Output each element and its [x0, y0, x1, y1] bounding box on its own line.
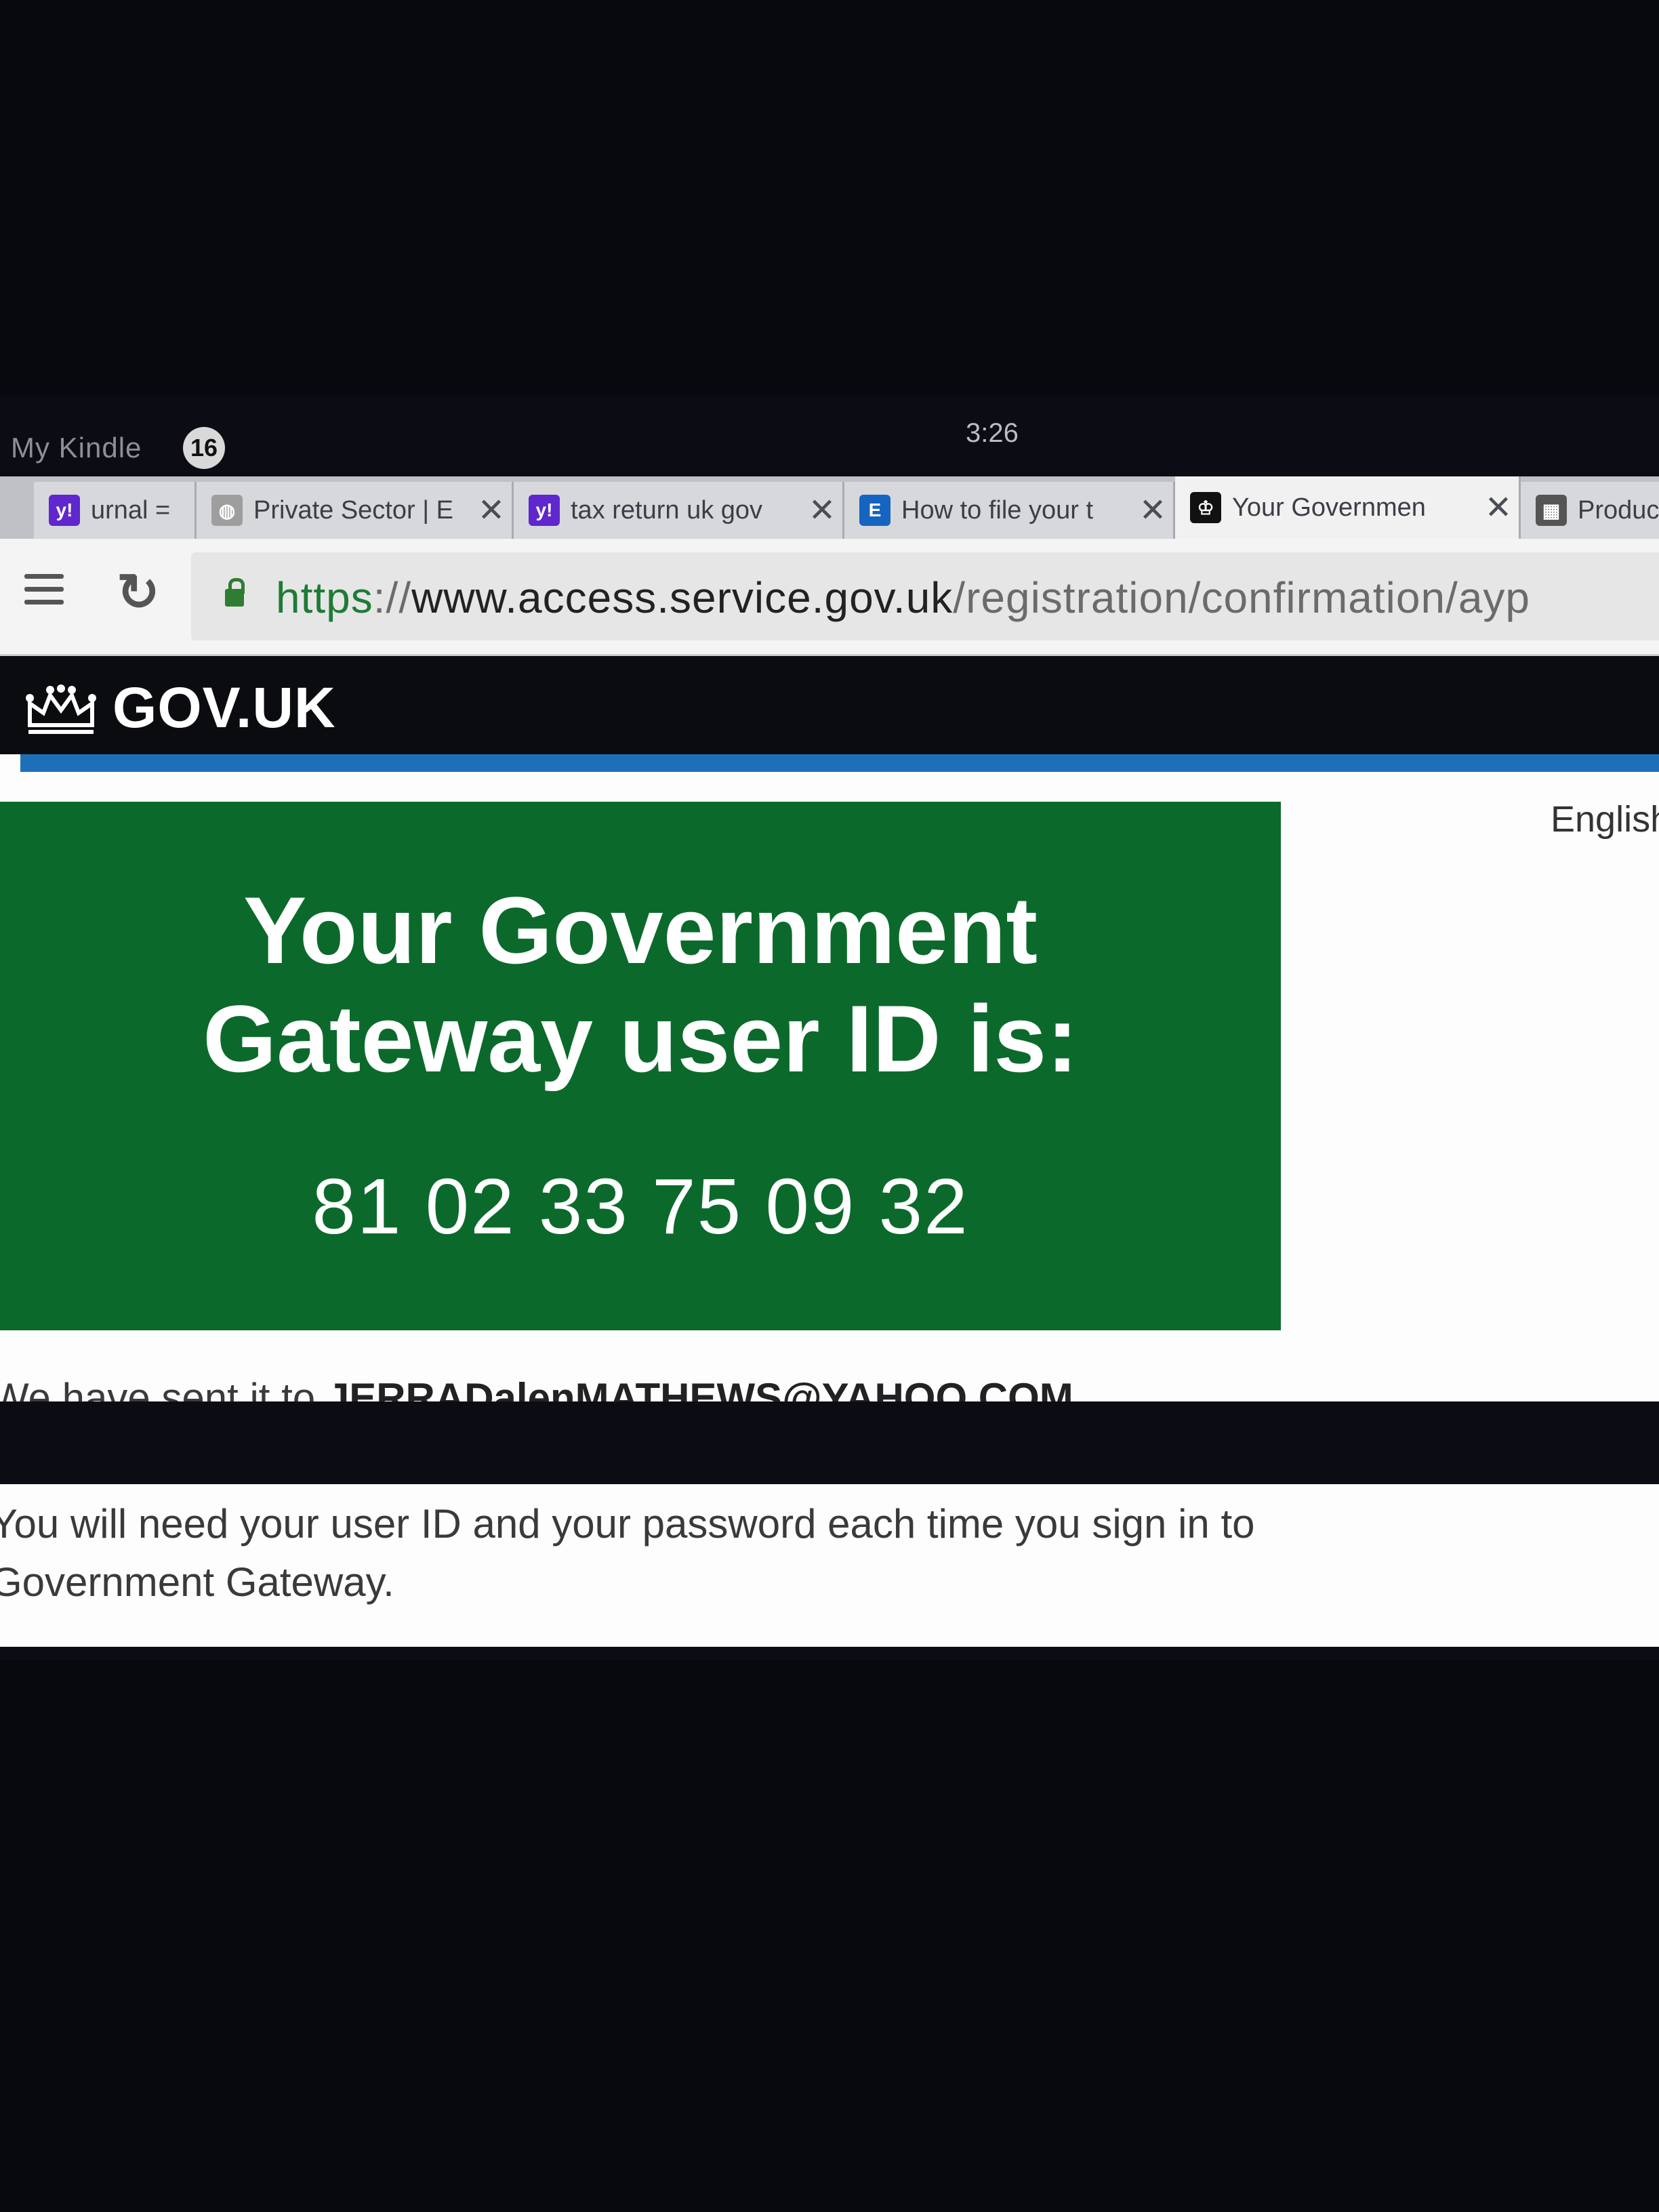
tab-yahoo-journal[interactable]: y! urnal = — [34, 482, 197, 539]
tablet-screen: My Kindle 16 3:26 y! urnal = ◍ Private S… — [0, 396, 1659, 1660]
sent-prefix: We have sent it to — [0, 1375, 327, 1401]
gov-crown-icon: ♔ — [1190, 492, 1221, 523]
tab-strip: y! urnal = ◍ Private Sector | E ✕ y! tax… — [0, 476, 1659, 539]
header-blue-bar — [20, 754, 1659, 772]
kindle-label: My Kindle — [11, 432, 142, 464]
tab-your-government[interactable]: ♔ Your Governmen ✕ — [1175, 476, 1521, 539]
tab-products[interactable]: ▦ Produc — [1521, 482, 1659, 539]
govuk-logo-text[interactable]: GOV.UK — [112, 675, 336, 741]
tab-private-sector[interactable]: ◍ Private Sector | E ✕ — [197, 482, 514, 539]
panel-title-line2: Gateway user ID is: — [203, 985, 1078, 1092]
close-icon[interactable]: ✕ — [1478, 489, 1519, 527]
email-address: JERRADalenMATHEWS@YAHOO.COM — [326, 1375, 1073, 1401]
close-icon[interactable]: ✕ — [802, 491, 842, 529]
crown-icon — [26, 684, 96, 734]
panel-title-line1: Your Government — [243, 877, 1038, 983]
yahoo-icon: y! — [49, 495, 80, 526]
tab-tax-return[interactable]: y! tax return uk gov ✕ — [514, 482, 844, 539]
notification-badge: 16 — [183, 427, 225, 469]
tab-how-to-file[interactable]: E How to file your t ✕ — [844, 482, 1175, 539]
menu-icon[interactable] — [20, 566, 68, 613]
close-icon[interactable]: ✕ — [1132, 491, 1173, 529]
tab-title: urnal = — [91, 495, 171, 525]
sent-to-paragraph: We have sent it to JERRADalenMATHEWS@YAH… — [0, 1374, 1084, 1401]
user-id-value: 81 02 33 75 09 32 — [312, 1162, 969, 1250]
tab-title: tax return uk gov — [571, 495, 763, 525]
address-bar[interactable]: https://www.access.service.gov.uk/regist… — [191, 552, 1659, 640]
web-page: GOV.UK English Your Government Gateway u… — [0, 656, 1659, 1401]
tab-title: Your Governmen — [1232, 493, 1426, 522]
instructions-line1: You will need your user ID and your pass… — [0, 1501, 1255, 1547]
grid-icon: ▦ — [1536, 495, 1567, 526]
confirmation-panel: Your Government Gateway user ID is: 81 0… — [0, 802, 1281, 1330]
browser-toolbar: ↻ https://www.access.service.gov.uk/regi… — [0, 539, 1659, 656]
tab-title: How to file your t — [901, 495, 1093, 525]
sent-suffix: . — [1073, 1375, 1085, 1401]
tab-title: Produc — [1578, 495, 1659, 525]
clock: 3:26 — [966, 418, 1019, 448]
instructions-line2: Government Gateway. — [0, 1559, 394, 1605]
tab-title: Private Sector | E — [253, 495, 453, 525]
govuk-header: GOV.UK — [0, 656, 1659, 754]
yahoo-icon: y! — [529, 495, 560, 526]
instructions-block: You will need your user ID and your pass… — [0, 1484, 1659, 1647]
reload-icon[interactable]: ↻ — [117, 562, 160, 622]
panel-title: Your Government Gateway user ID is: — [0, 876, 1281, 1093]
globe-icon: ◍ — [211, 495, 243, 526]
letter-e-icon: E — [859, 495, 890, 526]
lock-icon — [225, 578, 245, 607]
url-text: https://www.access.service.gov.uk/regist… — [276, 573, 1530, 622]
language-link[interactable]: English — [1551, 798, 1659, 840]
status-bar: My Kindle 16 3:26 — [0, 396, 1659, 474]
close-icon[interactable]: ✕ — [471, 491, 512, 529]
